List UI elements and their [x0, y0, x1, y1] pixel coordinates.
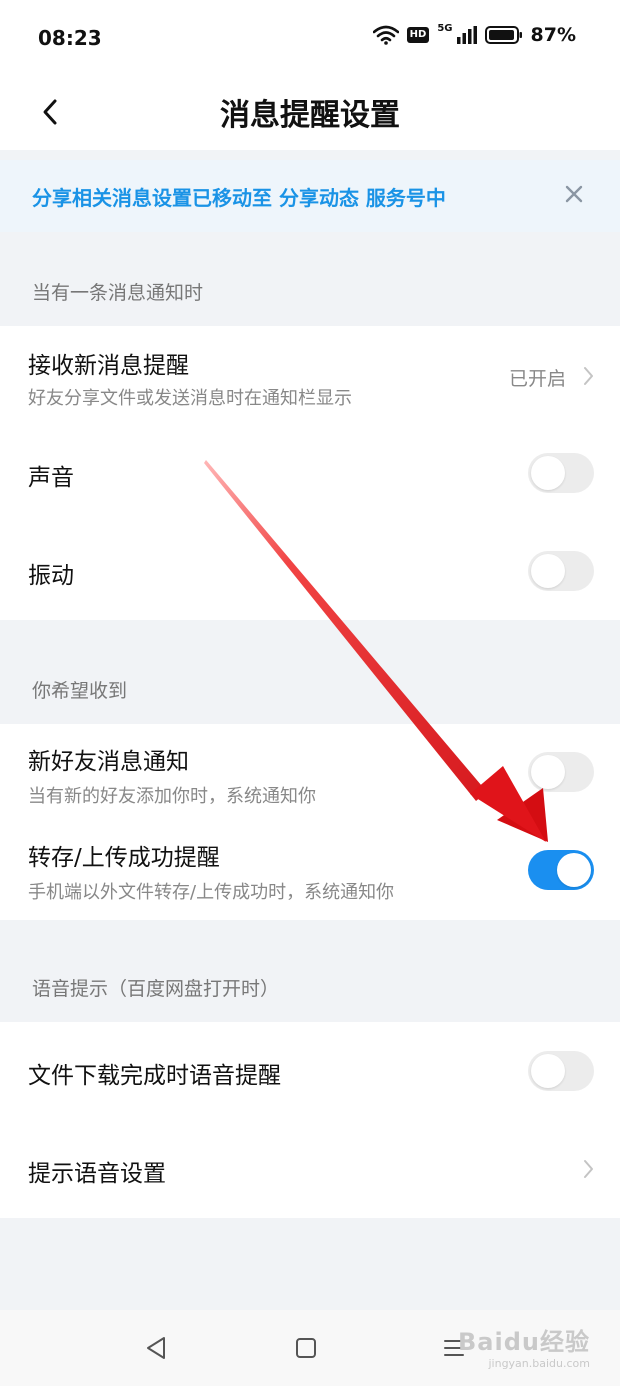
- row-title: 文件下载完成时语音提醒: [28, 1063, 281, 1089]
- row-title: 接收新消息提醒: [28, 353, 189, 379]
- row-title: 提示语音设置: [28, 1161, 166, 1187]
- square-home-icon: [296, 1338, 316, 1358]
- nav-back-button[interactable]: [138, 1330, 174, 1366]
- status-time: 08:23: [38, 26, 102, 50]
- close-icon: [565, 185, 583, 203]
- row-title: 新好友消息通知: [28, 749, 189, 775]
- watermark: Baidu经验 jingyan.baidu.com: [458, 1322, 590, 1370]
- wifi-icon: [372, 25, 399, 45]
- notice-text[interactable]: 分享相关消息设置已移动至 分享动态 服务号中: [32, 182, 446, 211]
- notice-banner: 分享相关消息设置已移动至 分享动态 服务号中: [0, 160, 620, 232]
- row-subtitle: 当有新的好友添加你时，系统通知你: [28, 786, 316, 807]
- toggle-knob: [531, 554, 565, 588]
- toggle-knob: [531, 456, 565, 490]
- row-subtitle: 好友分享文件或发送消息时在通知栏显示: [28, 388, 352, 409]
- new-friend-toggle[interactable]: [528, 752, 594, 792]
- watermark-main: Baidu经验: [458, 1328, 590, 1356]
- chevron-right-icon: [584, 367, 593, 385]
- notice-close-button[interactable]: [562, 182, 586, 206]
- section-label-notification: 当有一条消息通知时: [32, 282, 204, 304]
- system-nav-bar: Baidu经验 jingyan.baidu.com: [0, 1310, 620, 1386]
- row-download-voice: 文件下载完成时语音提醒: [0, 1022, 620, 1120]
- triangle-back-icon: [147, 1337, 165, 1359]
- section-label-subscriptions: 你希望收到: [32, 680, 128, 702]
- hd-badge: HD: [406, 27, 430, 43]
- status-bar: 08:23 HD 5G 87%: [0, 0, 620, 76]
- row-transfer-upload: 转存/上传成功提醒 手机端以外文件转存/上传成功时，系统通知你: [0, 820, 620, 920]
- network-type-label: 5G: [437, 23, 453, 34]
- row-voice-settings[interactable]: 提示语音设置: [0, 1120, 620, 1218]
- nav-home-button[interactable]: [288, 1330, 324, 1366]
- toggle-knob: [531, 755, 565, 789]
- battery-percent: 87%: [530, 24, 576, 46]
- vibrate-toggle[interactable]: [528, 551, 594, 591]
- toggle-knob: [557, 853, 591, 887]
- row-receive-new-message[interactable]: 接收新消息提醒 好友分享文件或发送消息时在通知栏显示 已开启: [0, 326, 620, 426]
- row-subtitle: 手机端以外文件转存/上传成功时，系统通知你: [28, 882, 395, 903]
- section-label-voice: 语音提示（百度网盘打开时）: [32, 978, 280, 1000]
- battery-icon: [484, 26, 522, 44]
- group-voice: 文件下载完成时语音提醒 提示语音设置: [0, 1022, 620, 1218]
- header: 消息提醒设置: [0, 76, 620, 150]
- signal-icon: [456, 26, 477, 44]
- group-notification: 接收新消息提醒 好友分享文件或发送消息时在通知栏显示 已开启 声音 振动: [0, 326, 620, 620]
- row-title: 振动: [28, 563, 74, 589]
- chevron-right-icon: [584, 1160, 593, 1178]
- row-vibrate: 振动: [0, 522, 620, 620]
- watermark-sub: jingyan.baidu.com: [488, 1357, 590, 1370]
- group-subscriptions: 新好友消息通知 当有新的好友添加你时，系统通知你 转存/上传成功提醒 手机端以外…: [0, 724, 620, 920]
- row-title: 转存/上传成功提醒: [28, 845, 220, 871]
- download-voice-toggle[interactable]: [528, 1051, 594, 1091]
- status-value: 已开启: [508, 368, 566, 390]
- toggle-knob: [531, 1054, 565, 1088]
- page-title: 消息提醒设置: [220, 98, 400, 133]
- status-icons: HD 5G 87%: [372, 23, 576, 46]
- row-sound: 声音: [0, 426, 620, 522]
- sound-toggle[interactable]: [528, 453, 594, 493]
- row-title: 声音: [28, 465, 74, 491]
- transfer-upload-toggle[interactable]: [528, 850, 594, 890]
- row-new-friend: 新好友消息通知 当有新的好友添加你时，系统通知你: [0, 724, 620, 820]
